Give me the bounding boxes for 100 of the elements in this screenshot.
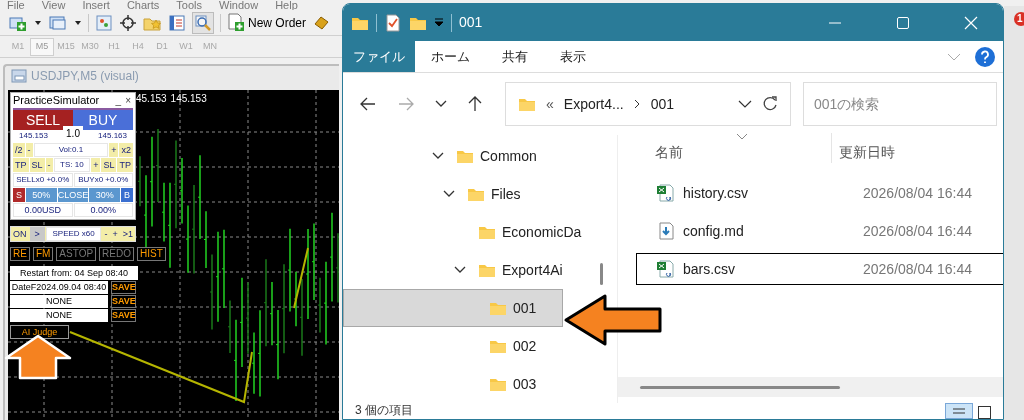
panel-button[interactable]: TP [13, 158, 29, 172]
horizontal-scrollbar[interactable] [618, 377, 1003, 397]
ribbon-tab[interactable]: 共有 [486, 41, 544, 72]
sell-button[interactable]: SELL [13, 110, 73, 130]
caret-icon[interactable] [74, 18, 82, 27]
menu-item[interactable]: File [7, 0, 25, 10]
tree-item[interactable]: Files [343, 175, 593, 213]
minimize-button[interactable]: _ [113, 93, 124, 108]
help-icon[interactable] [975, 46, 995, 67]
column-header[interactable]: 名前 [655, 142, 831, 163]
save-button[interactable]: SAVE [111, 309, 136, 322]
magnifier-icon[interactable] [192, 11, 214, 34]
ribbon-tab[interactable]: ファイル [343, 41, 415, 72]
buy-button[interactable]: BUY [73, 110, 133, 130]
tree-label: 002 [513, 336, 537, 356]
windows-icon[interactable] [48, 13, 68, 32]
menu-item[interactable]: Charts [126, 0, 160, 10]
tree-item[interactable]: 003 [343, 365, 593, 403]
total-value: 0.00% [73, 203, 133, 217]
close-button[interactable]: B [121, 188, 133, 202]
panel-button[interactable]: - [25, 143, 33, 157]
menu-item[interactable]: Window [219, 0, 259, 10]
menu-item[interactable]: Insert [82, 0, 110, 10]
crosshair-icon[interactable] [119, 13, 137, 32]
folder-icon [467, 186, 485, 202]
maximize-icon[interactable] [896, 15, 910, 30]
spreadsheet-file-icon [657, 260, 675, 278]
mode-button[interactable]: HIST [137, 247, 166, 261]
modified-date: 2026/08/04 16:44 [863, 183, 972, 203]
close-icon[interactable] [964, 15, 978, 30]
close-button[interactable]: × [123, 93, 133, 108]
close-button[interactable]: S [13, 188, 25, 202]
market-watch-icon[interactable] [95, 13, 113, 32]
panel-button[interactable]: /2 [13, 143, 25, 157]
panel-button[interactable]: + [109, 143, 119, 157]
value-field[interactable]: TS: 10 [53, 158, 91, 172]
tree-item[interactable]: 002 [343, 327, 593, 365]
left-arrow-icon [564, 294, 662, 346]
chevron-down-icon[interactable] [432, 152, 444, 160]
chevron-down-icon[interactable] [454, 266, 466, 274]
up-arrow-icon[interactable] [467, 95, 483, 113]
menu-item[interactable]: View [41, 0, 66, 10]
chevron-down-icon[interactable] [435, 100, 447, 108]
save-button[interactable]: SAVE [111, 281, 136, 294]
price-label: 45.153 [136, 92, 167, 106]
scrollbar-thumb[interactable] [600, 263, 603, 285]
value-field[interactable]: Vol:0.1 [33, 143, 109, 157]
search-field[interactable]: 001の検索 [803, 82, 997, 126]
position-summary: BUYx0 +0.0% [73, 173, 133, 187]
caret-icon[interactable] [34, 18, 42, 27]
tree-item[interactable]: 001 [343, 289, 563, 327]
total-value: 0.00USD [13, 203, 73, 217]
file-row[interactable]: config.md 2026/08/04 16:44 [636, 215, 1003, 247]
tree-item[interactable]: Export4Ai [343, 251, 593, 289]
file-row[interactable]: history.csv 2026/08/04 16:44 [636, 177, 1003, 209]
overflow-chevron[interactable]: « [546, 93, 554, 115]
date-field[interactable]: NONE [10, 309, 108, 322]
checklist-document-icon[interactable] [384, 13, 402, 32]
position-summary: SELLx0 +0.0% [13, 173, 73, 187]
ai-judge-button[interactable]: AI Judge [10, 325, 69, 339]
panel-button[interactable]: TP [117, 158, 133, 172]
chevron-down-icon[interactable] [738, 100, 752, 108]
new-order-button[interactable]: New Order [227, 13, 306, 32]
date-field[interactable]: NONE [10, 295, 108, 308]
save-button[interactable]: SAVE [111, 295, 136, 308]
list-icon[interactable] [168, 13, 186, 32]
panel-button[interactable]: + [91, 158, 101, 172]
folder-icon [489, 300, 507, 316]
tree-item[interactable]: EconomicDa [343, 213, 593, 251]
panel-button[interactable]: x2 [119, 143, 133, 157]
file-name: config.md [683, 221, 745, 241]
back-arrow-icon[interactable] [359, 96, 377, 112]
modified-date: 2026/08/04 16:44 [863, 259, 972, 279]
column-header[interactable]: 更新日時 [839, 142, 895, 163]
date-field[interactable]: DateF2024.09.04 08:40 [10, 281, 108, 294]
ribbon-tab[interactable]: 表示 [544, 41, 602, 72]
tree-label: EconomicDa [502, 222, 582, 242]
tree-label: Export4Ai [502, 260, 563, 280]
mode-button[interactable]: FM [32, 247, 54, 261]
panel-button[interactable]: > [29, 227, 45, 241]
sort-chevron-icon[interactable] [736, 133, 748, 140]
address-segment[interactable]: 001 [650, 93, 675, 115]
chevron-right-icon[interactable] [633, 99, 641, 109]
tree-item[interactable]: Common [343, 137, 593, 175]
ribbon-tab[interactable]: ホーム [415, 41, 486, 72]
refresh-icon[interactable] [762, 96, 778, 112]
mode-button[interactable]: RE [10, 247, 30, 261]
menu-item[interactable]: Tools [176, 0, 202, 10]
bid-price: 145.153 [19, 130, 48, 142]
document-plus-icon [227, 13, 245, 32]
panel-button[interactable]: SL [101, 158, 117, 172]
address-bar[interactable]: « Export4... 001 [505, 82, 791, 126]
panel-button[interactable]: - [45, 158, 53, 172]
panel-button[interactable]: SL [29, 158, 45, 172]
tree-label: 001 [513, 298, 537, 318]
chevron-down-icon[interactable] [443, 190, 455, 198]
file-name: bars.csv [683, 259, 737, 279]
value-field[interactable]: SPEED x60 [45, 227, 102, 241]
file-row[interactable]: bars.csv 2026/08/04 16:44 [636, 253, 1003, 285]
address-segment[interactable]: Export4... [563, 93, 624, 115]
